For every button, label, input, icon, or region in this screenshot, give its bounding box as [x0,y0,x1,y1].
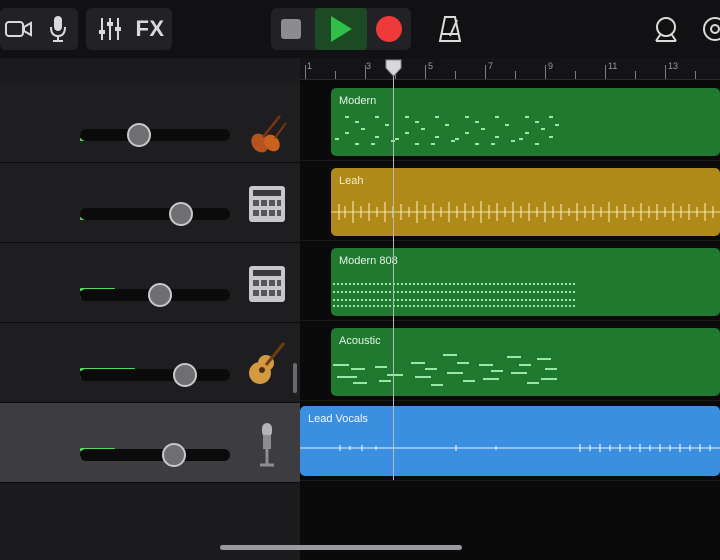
play-button[interactable] [315,8,367,50]
ruler-tick [485,65,486,79]
metronome-icon[interactable] [432,8,468,50]
microphone-icon[interactable] [40,8,76,50]
volume-knob[interactable] [127,123,151,147]
volume-knob[interactable] [162,443,186,467]
ruler-tick [605,65,606,79]
playhead-handle[interactable] [385,59,402,77]
stop-button[interactable] [271,8,311,50]
settings-icon[interactable] [700,8,720,50]
region-leah[interactable]: Leah [331,168,720,236]
volume-knob[interactable] [173,363,197,387]
midi-notes [333,283,575,307]
lane-divider [300,160,720,161]
ruler-tick [635,71,636,79]
volume-knob[interactable] [148,283,172,307]
ruler-tick [575,71,576,79]
bar-ruler[interactable]: 1 3 5 7 9 11 13 [300,58,720,80]
ruler-tick [695,71,696,79]
volume-slider[interactable] [80,363,230,387]
drum-machine-icon[interactable] [246,263,288,305]
edit-group: FX [86,8,172,50]
ruler-tick [365,65,366,79]
ruler-tick [665,65,666,79]
volume-knob[interactable] [169,202,193,226]
volume-slider[interactable] [80,202,230,226]
lane-divider [300,320,720,321]
bar-number: 3 [366,61,372,71]
bar-number: 5 [428,61,434,71]
lane-divider [300,240,720,241]
volume-slider[interactable] [80,123,230,147]
midi-notes [335,116,559,145]
record-button[interactable] [367,8,411,50]
microphone-icon[interactable] [246,421,288,467]
view-group [0,8,78,50]
tracks-area: 1 3 5 7 9 11 13 Modern Leah Modern 808 A… [300,58,720,560]
volume-slider[interactable] [80,283,230,307]
camera-icon[interactable] [0,8,38,50]
midi-notes [333,354,557,386]
fx-button[interactable]: FX [130,8,170,50]
audio-waveform [331,201,720,223]
track-list-scroll-indicator[interactable] [293,363,297,393]
bar-number: 1 [307,61,313,71]
volume-slider[interactable] [80,443,230,467]
track-header-3[interactable] [0,243,300,323]
home-indicator [220,545,462,550]
ruler-tick [545,65,546,79]
ruler-tick [515,71,516,79]
bar-number: 9 [548,61,554,71]
control-bar: FX [0,0,720,58]
region-acoustic[interactable]: Acoustic [331,328,720,396]
bar-number: 13 [668,61,679,71]
track-headers [0,58,300,560]
track-header-5[interactable] [0,403,300,483]
region-modern[interactable]: Modern [331,88,720,156]
region-lead-vocals[interactable]: Lead Vocals [300,406,720,476]
bar-number: 11 [608,61,618,71]
mixer-icon[interactable] [90,8,130,50]
ruler-tick [425,65,426,79]
ruler-tick [455,71,456,79]
track-header-2[interactable] [0,163,300,243]
ruler-tick [305,65,306,79]
violin-icon[interactable] [246,113,288,155]
lane-divider [300,480,720,481]
transport-group [271,8,411,50]
track-header-1[interactable] [0,83,300,163]
audio-waveform [300,444,720,452]
loop-icon[interactable] [648,8,684,50]
ruler-tick [335,71,336,79]
drum-machine-icon[interactable] [246,183,288,225]
track-header-4[interactable] [0,323,300,403]
region-modern-808[interactable]: Modern 808 [331,248,720,316]
acoustic-guitar-icon[interactable] [246,339,288,384]
lane-divider [300,400,720,401]
playhead[interactable] [393,74,394,480]
bar-number: 7 [488,61,494,71]
